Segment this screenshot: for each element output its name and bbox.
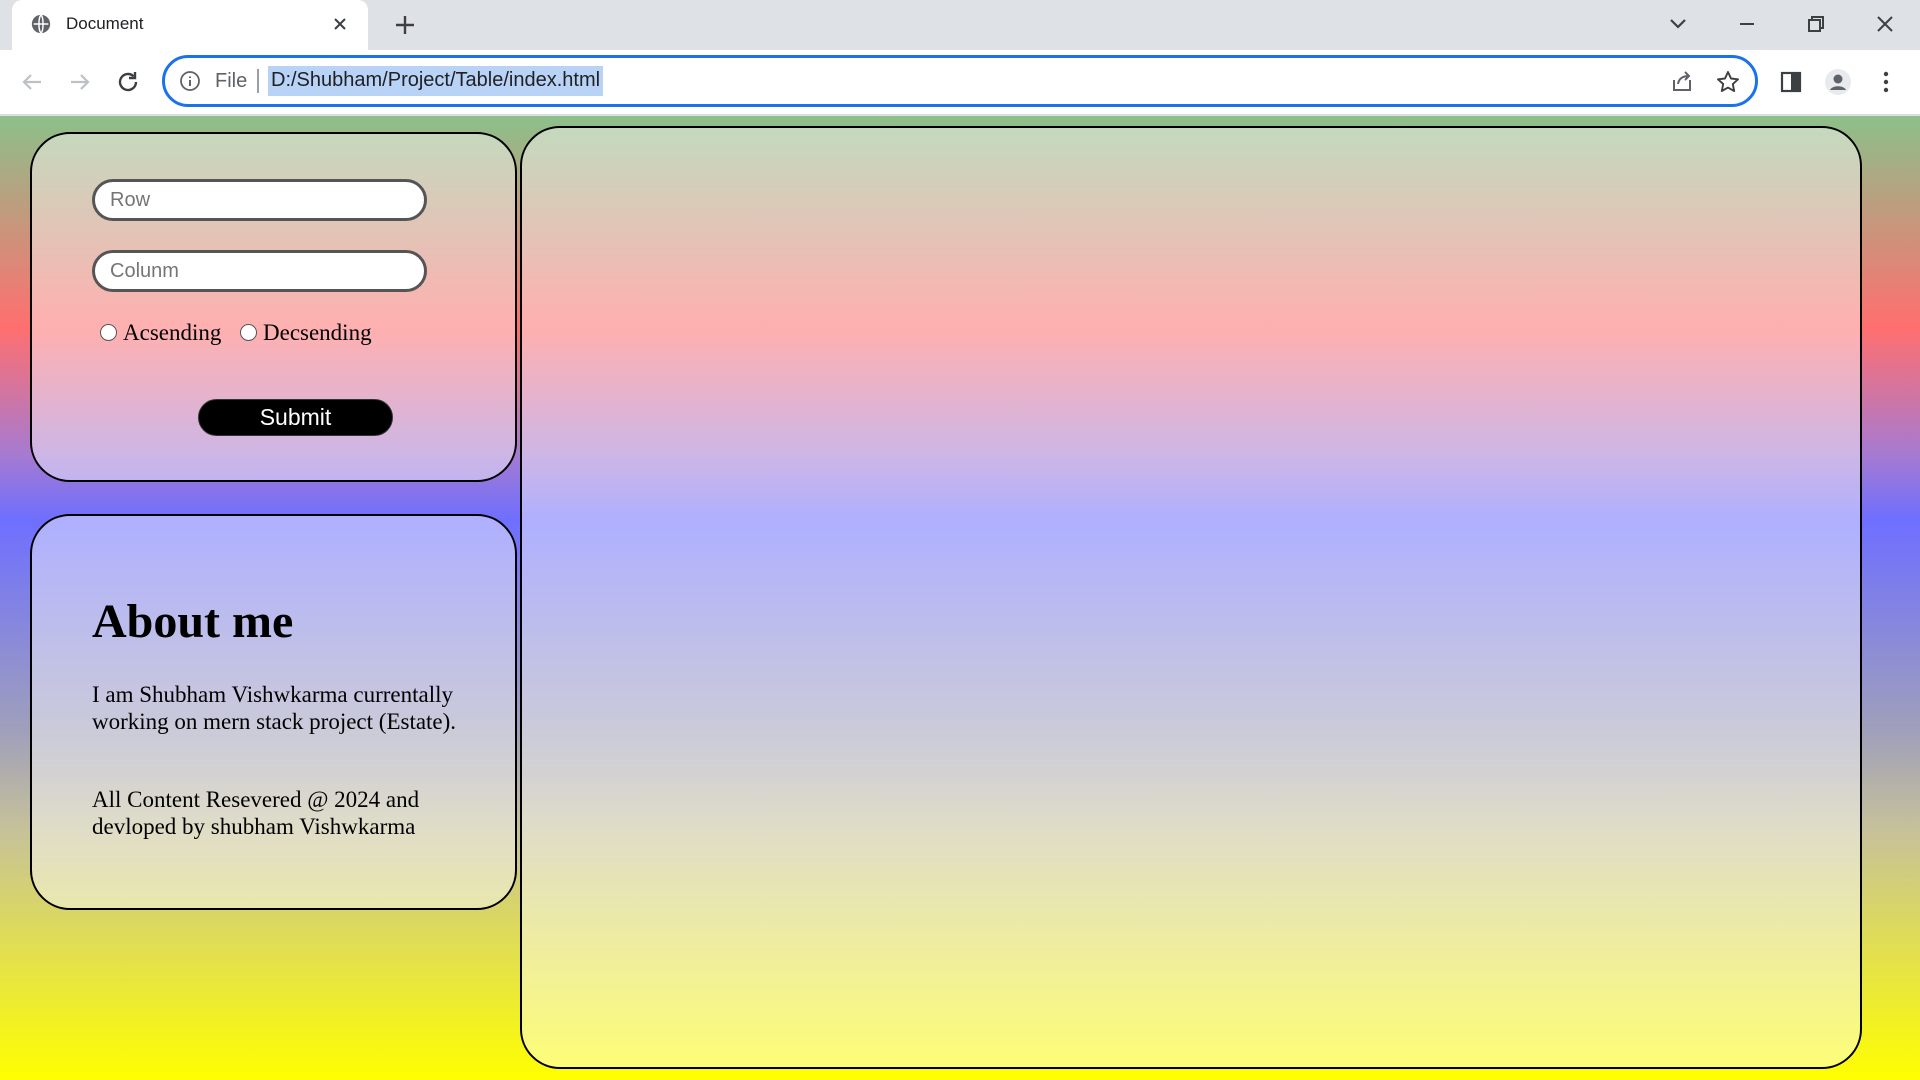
tab-title: Document — [66, 14, 144, 33]
globe-icon — [31, 14, 51, 34]
page-viewport: Acsending Decsending Submit About me I a… — [0, 116, 1920, 1080]
column-input[interactable] — [92, 250, 427, 292]
address-url[interactable]: D:/Shubham/Project/Table/index.html — [268, 66, 604, 96]
chevron-down-icon[interactable] — [1664, 10, 1692, 38]
browser-toolbar: File D:/Shubham/Project/Table/index.html — [0, 50, 1920, 115]
table-output-panel — [520, 126, 1862, 1069]
about-heading: About me — [92, 595, 294, 648]
plus-icon[interactable] — [392, 12, 418, 38]
side-panel-icon[interactable] — [1776, 67, 1806, 97]
close-window-icon[interactable] — [1871, 10, 1899, 38]
info-icon[interactable] — [179, 70, 201, 92]
reload-icon[interactable] — [113, 67, 143, 97]
radio-descending-circle[interactable] — [240, 324, 257, 341]
address-bar[interactable]: File D:/Shubham/Project/Table/index.html — [162, 55, 1758, 107]
table-form-card: Acsending Decsending Submit — [30, 132, 517, 482]
tab-strip: Document — [0, 0, 1920, 51]
radio-descending-label: Decsending — [263, 320, 372, 345]
radio-ascending-label: Acsending — [123, 320, 222, 345]
back-arrow-icon[interactable] — [17, 67, 47, 97]
share-icon[interactable] — [1669, 69, 1695, 95]
restore-icon[interactable] — [1802, 10, 1830, 38]
minimize-icon[interactable] — [1733, 10, 1761, 38]
submit-button[interactable]: Submit — [198, 399, 393, 436]
about-paragraph: I am Shubham Vishwkarma currentally work… — [92, 682, 457, 734]
profile-icon[interactable] — [1823, 67, 1853, 97]
radio-ascending-circle[interactable] — [100, 324, 117, 341]
about-card: About me I am Shubham Vishwkarma current… — [30, 514, 517, 910]
browser-tab[interactable]: Document — [12, 0, 368, 51]
close-icon[interactable] — [330, 14, 350, 34]
star-icon[interactable] — [1715, 69, 1741, 95]
forward-arrow-icon[interactable] — [65, 67, 95, 97]
copyright-paragraph: All Content Resevered @ 2024 and devlope… — [92, 787, 420, 839]
kebab-menu-icon[interactable] — [1871, 67, 1901, 97]
address-scheme-label: File — [215, 70, 248, 92]
address-separator — [257, 69, 259, 93]
row-input[interactable] — [92, 179, 427, 221]
